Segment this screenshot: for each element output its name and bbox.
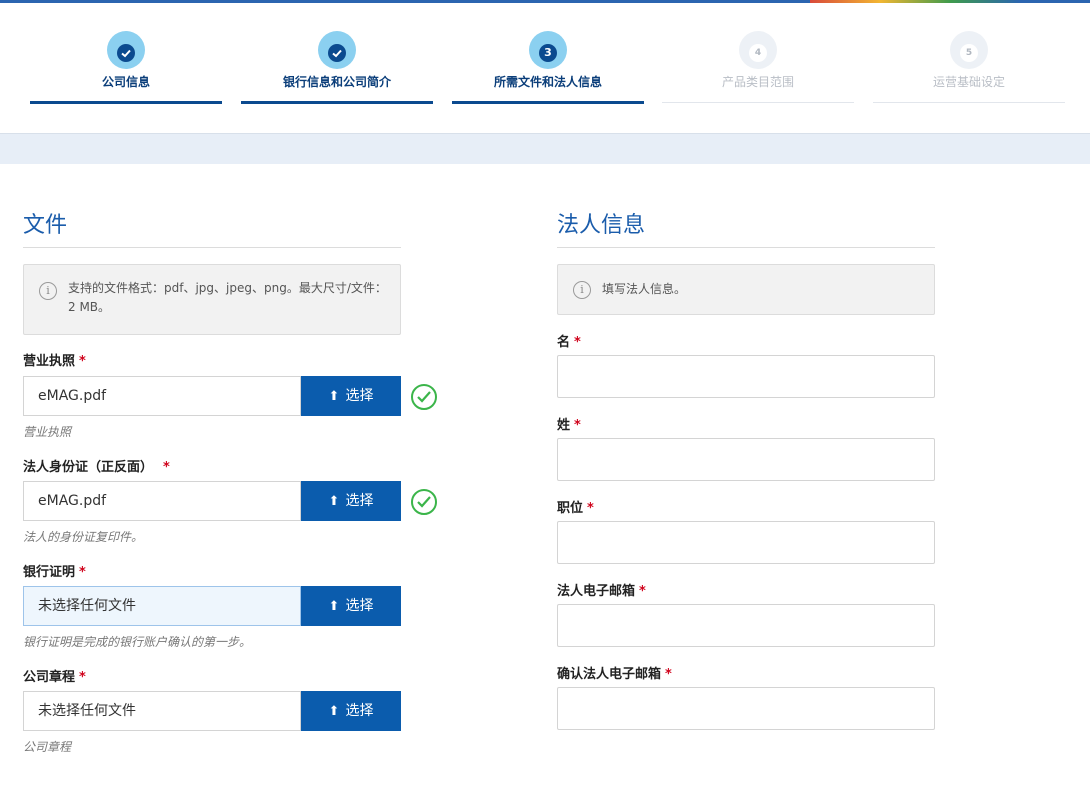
legal-heading: 法人信息 [557, 213, 646, 238]
step-circle [318, 31, 356, 69]
articles-label: 公司章程 * [23, 670, 86, 685]
bank-proof-choose-button[interactable]: ⬆ 选择 [301, 586, 401, 626]
position-label: 职位 * [557, 501, 594, 516]
step-circle [107, 31, 145, 69]
last-name-label: 姓 * [557, 418, 581, 433]
step-number: 3 [539, 44, 557, 62]
step-circle: 3 [529, 31, 567, 69]
first-name-input[interactable] [557, 355, 935, 398]
upload-icon: ⬆ [328, 389, 340, 404]
confirm-email-label: 确认法人电子邮箱 * [557, 667, 672, 682]
id-card-file-field[interactable]: eMAG.pdf [23, 481, 301, 521]
legal-info-text: 填写法人信息。 [602, 282, 687, 296]
last-name-input[interactable] [557, 438, 935, 481]
check-circle-icon [411, 384, 437, 410]
step-bar [873, 102, 1065, 103]
files-divider [23, 247, 401, 248]
step-bar [662, 102, 854, 103]
check-icon [117, 44, 135, 62]
business-license-file-field[interactable]: eMAG.pdf [23, 376, 301, 416]
articles-hint: 公司章程 [23, 740, 72, 754]
files-info-box: i 支持的文件格式：pdf、jpg、jpeg、png。最大尺寸/文件：2 MB。 [23, 264, 401, 335]
step-circle: 5 [950, 31, 988, 69]
step-label: 产品类目范围 [721, 75, 794, 89]
bank-proof-hint: 银行证明是完成的银行账户确认的第一步。 [23, 635, 252, 649]
step-bar [30, 101, 222, 104]
step-bar [452, 101, 644, 104]
business-license-label: 营业执照 * [23, 354, 86, 369]
first-name-label: 名 * [557, 335, 581, 350]
step-label: 所需文件和法人信息 [493, 75, 602, 89]
upload-icon: ⬆ [328, 599, 340, 614]
step-documents[interactable]: 3 所需文件和法人信息 [452, 3, 644, 107]
progress-stepper: 公司信息 银行信息和公司简介 3 所需文件和法人信息 4 产品类目范围 5 运营… [0, 3, 1090, 133]
files-heading: 文件 [23, 213, 68, 238]
id-card-hint: 法人的身份证复印件。 [23, 530, 144, 544]
section-divider-band [0, 133, 1090, 164]
legal-info-box: i 填写法人信息。 [557, 264, 935, 315]
info-icon: i [39, 282, 57, 300]
step-company-info[interactable]: 公司信息 [30, 3, 222, 107]
step-bank-info[interactable]: 银行信息和公司简介 [241, 3, 433, 107]
email-input[interactable] [557, 604, 935, 647]
step-operations: 5 运营基础设定 [873, 3, 1065, 107]
legal-divider [557, 247, 935, 248]
id-card-label: 法人身份证（正反面） * [23, 460, 170, 475]
step-label: 银行信息和公司简介 [282, 75, 391, 89]
upload-icon: ⬆ [328, 494, 340, 509]
check-circle-icon [411, 489, 437, 515]
position-input[interactable] [557, 521, 935, 564]
articles-choose-button[interactable]: ⬆ 选择 [301, 691, 401, 731]
bank-proof-file-field[interactable]: 未选择任何文件 [23, 586, 301, 626]
step-number: 5 [960, 44, 978, 62]
business-license-hint: 营业执照 [23, 425, 72, 439]
step-product-categories: 4 产品类目范围 [662, 3, 854, 107]
bank-proof-label: 银行证明 * [23, 565, 86, 580]
step-bar [241, 101, 433, 104]
step-circle: 4 [739, 31, 777, 69]
articles-file-field[interactable]: 未选择任何文件 [23, 691, 301, 731]
email-label: 法人电子邮箱 * [557, 584, 646, 599]
confirm-email-input[interactable] [557, 687, 935, 730]
id-card-choose-button[interactable]: ⬆ 选择 [301, 481, 401, 521]
step-number: 4 [749, 44, 767, 62]
files-info-text: 支持的文件格式：pdf、jpg、jpeg、png。最大尺寸/文件：2 MB。 [68, 281, 387, 314]
info-icon: i [573, 281, 591, 299]
upload-icon: ⬆ [328, 704, 340, 719]
business-license-choose-button[interactable]: ⬆ 选择 [301, 376, 401, 416]
step-label: 运营基础设定 [932, 75, 1005, 89]
check-icon [328, 44, 346, 62]
step-label: 公司信息 [101, 75, 150, 89]
